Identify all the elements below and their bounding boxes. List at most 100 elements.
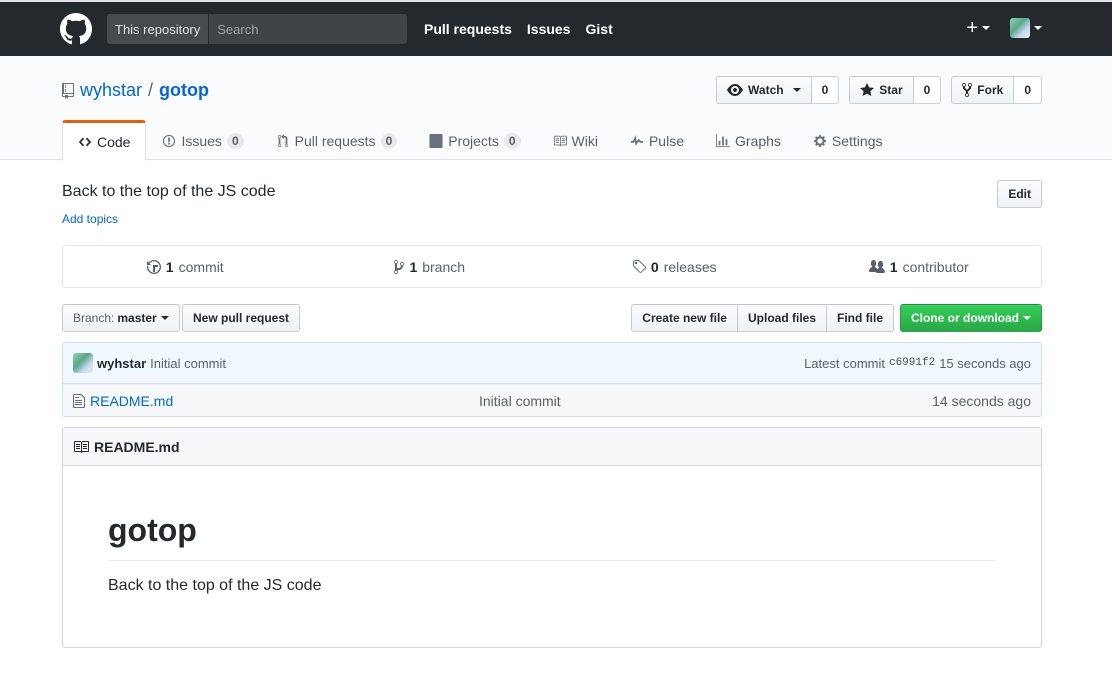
commits-count: 1 [165, 258, 174, 275]
caret-down-icon [160, 316, 169, 320]
file-link-readme[interactable]: README.md [90, 393, 173, 409]
commit-message-link[interactable]: Initial commit [150, 356, 226, 371]
tab-graphs[interactable]: Graphs [700, 120, 797, 160]
branches-link[interactable]: 1 branch [308, 246, 553, 287]
caret-down-icon [1034, 26, 1042, 30]
tab-settings-label: Settings [831, 133, 883, 149]
releases-link[interactable]: 0 releases [552, 246, 797, 287]
user-menu-dropdown[interactable] [1010, 18, 1042, 38]
repo-head: wyhstar / gotop Watch 0 Star 0 Fork 0 Co… [0, 56, 1112, 161]
search-box[interactable]: This repository [107, 14, 407, 44]
branch-value: master [117, 311, 157, 325]
numbers-summary: 1 commit 1 branch 0 releases 1 contribut… [62, 245, 1042, 288]
tab-issues-label: Issues [181, 133, 222, 149]
search-input[interactable] [209, 14, 407, 44]
star-count[interactable]: 0 [913, 76, 942, 104]
code-icon [78, 137, 92, 146]
tab-pull-requests[interactable]: Pull requests 0 [260, 120, 414, 160]
graph-icon [715, 134, 730, 148]
latest-commit-label: Latest commit [804, 355, 885, 371]
commit-sha-link[interactable]: c6991f2 [889, 357, 935, 369]
issue-icon [163, 134, 176, 148]
pagehead-actions: Watch 0 Star 0 Fork 0 [716, 76, 1042, 104]
watch-count[interactable]: 0 [811, 76, 840, 104]
tab-wiki[interactable]: Wiki [537, 120, 614, 160]
clone-label: Clone or download [911, 311, 1019, 325]
pulse-icon [630, 135, 644, 146]
pull-request-icon [277, 134, 288, 148]
repo-name-link[interactable]: gotop [159, 80, 209, 101]
eye-icon [727, 84, 744, 96]
latest-commit-info: Latest commit c6991f2 15 seconds ago [804, 356, 1031, 371]
tab-pulse-label: Pulse [648, 133, 684, 149]
people-icon [868, 259, 885, 273]
clone-or-download-button[interactable]: Clone or download [900, 304, 1042, 332]
commits-link[interactable]: 1 commit [63, 246, 308, 287]
file-name-cell: README.md [73, 393, 479, 409]
commit-author-avatar[interactable] [73, 353, 93, 373]
readme-title: README.md [94, 438, 180, 455]
star-label: Star [879, 83, 903, 97]
projects-counter: 0 [503, 133, 521, 149]
caret-down-icon [1023, 316, 1031, 320]
caret-down-icon [982, 26, 990, 30]
commit-author-link[interactable]: wyhstar [97, 356, 146, 371]
readme-heading: gotop [108, 510, 996, 561]
new-pull-request-button[interactable]: New pull request [182, 304, 301, 332]
issues-counter: 0 [226, 133, 244, 149]
readme-header: README.md [63, 428, 1041, 466]
tab-code[interactable]: Code [62, 120, 147, 161]
branch-select-button[interactable]: Branch: master [62, 304, 180, 332]
table-row: README.md Initial commit 14 seconds ago [62, 384, 1042, 417]
gear-icon [813, 134, 827, 148]
branch-icon [394, 259, 405, 274]
file-actions: Create new file Upload files Find file C… [631, 304, 1042, 332]
top-nav-gist[interactable]: Gist [586, 21, 613, 37]
create-new-dropdown[interactable]: + [966, 18, 990, 38]
pull-requests-counter: 0 [380, 133, 398, 149]
tab-wiki-label: Wiki [571, 133, 598, 149]
commit-age: 15 seconds ago [939, 355, 1031, 371]
create-new-file-button[interactable]: Create new file [631, 304, 738, 332]
top-nav-issues[interactable]: Issues [527, 21, 571, 37]
find-file-button[interactable]: Find file [826, 304, 894, 332]
github-logo-icon[interactable] [60, 13, 92, 45]
file-age: 14 seconds ago [932, 392, 1031, 409]
history-icon [146, 259, 161, 274]
branches-count: 1 [409, 258, 418, 275]
file-commit-message[interactable]: Initial commit [479, 393, 561, 409]
plus-icon: + [966, 17, 978, 39]
global-header: This repository Pull requests Issues Gis… [0, 0, 1112, 56]
tab-settings[interactable]: Settings [797, 120, 899, 160]
header-right: + [966, 18, 1042, 38]
tab-issues[interactable]: Issues 0 [146, 120, 259, 160]
file-button-group: Create new file Upload files Find file [631, 304, 894, 332]
tab-pulse[interactable]: Pulse [614, 120, 700, 160]
star-button[interactable]: Star [849, 76, 914, 104]
watch-button[interactable]: Watch [716, 76, 812, 104]
branches-label: branch [422, 258, 466, 275]
tab-projects[interactable]: Projects 0 [413, 120, 536, 160]
repo-nav: Code Issues 0 Pull requests 0 Projects 0… [62, 120, 899, 161]
readme-body: gotop Back to the top of the JS code [63, 466, 1041, 639]
fork-button[interactable]: Fork [951, 76, 1015, 104]
edit-button[interactable]: Edit [997, 180, 1042, 208]
book-icon [74, 440, 89, 453]
fork-group: Fork 0 [951, 76, 1042, 104]
contributors-label: contributor [902, 258, 969, 275]
fork-count[interactable]: 0 [1014, 76, 1042, 104]
upload-files-button[interactable]: Upload files [736, 304, 827, 332]
contributors-link[interactable]: 1 contributor [797, 246, 1042, 287]
releases-count: 0 [650, 258, 659, 275]
watch-group: Watch 0 [716, 76, 840, 104]
top-nav-pull-requests[interactable]: Pull requests [424, 21, 512, 37]
readme-box: README.md gotop Back to the top of the J… [62, 427, 1042, 648]
avatar [1010, 18, 1030, 38]
repo-separator: / [148, 80, 154, 100]
repo-owner-link[interactable]: wyhstar [80, 80, 142, 101]
add-topics-link[interactable]: Add topics [62, 212, 118, 226]
star-icon [860, 83, 875, 96]
tab-pull-requests-label: Pull requests [294, 133, 376, 149]
commit-tease: wyhstar Initial commit Latest commit c69… [62, 342, 1042, 384]
caret-down-icon [792, 88, 801, 92]
